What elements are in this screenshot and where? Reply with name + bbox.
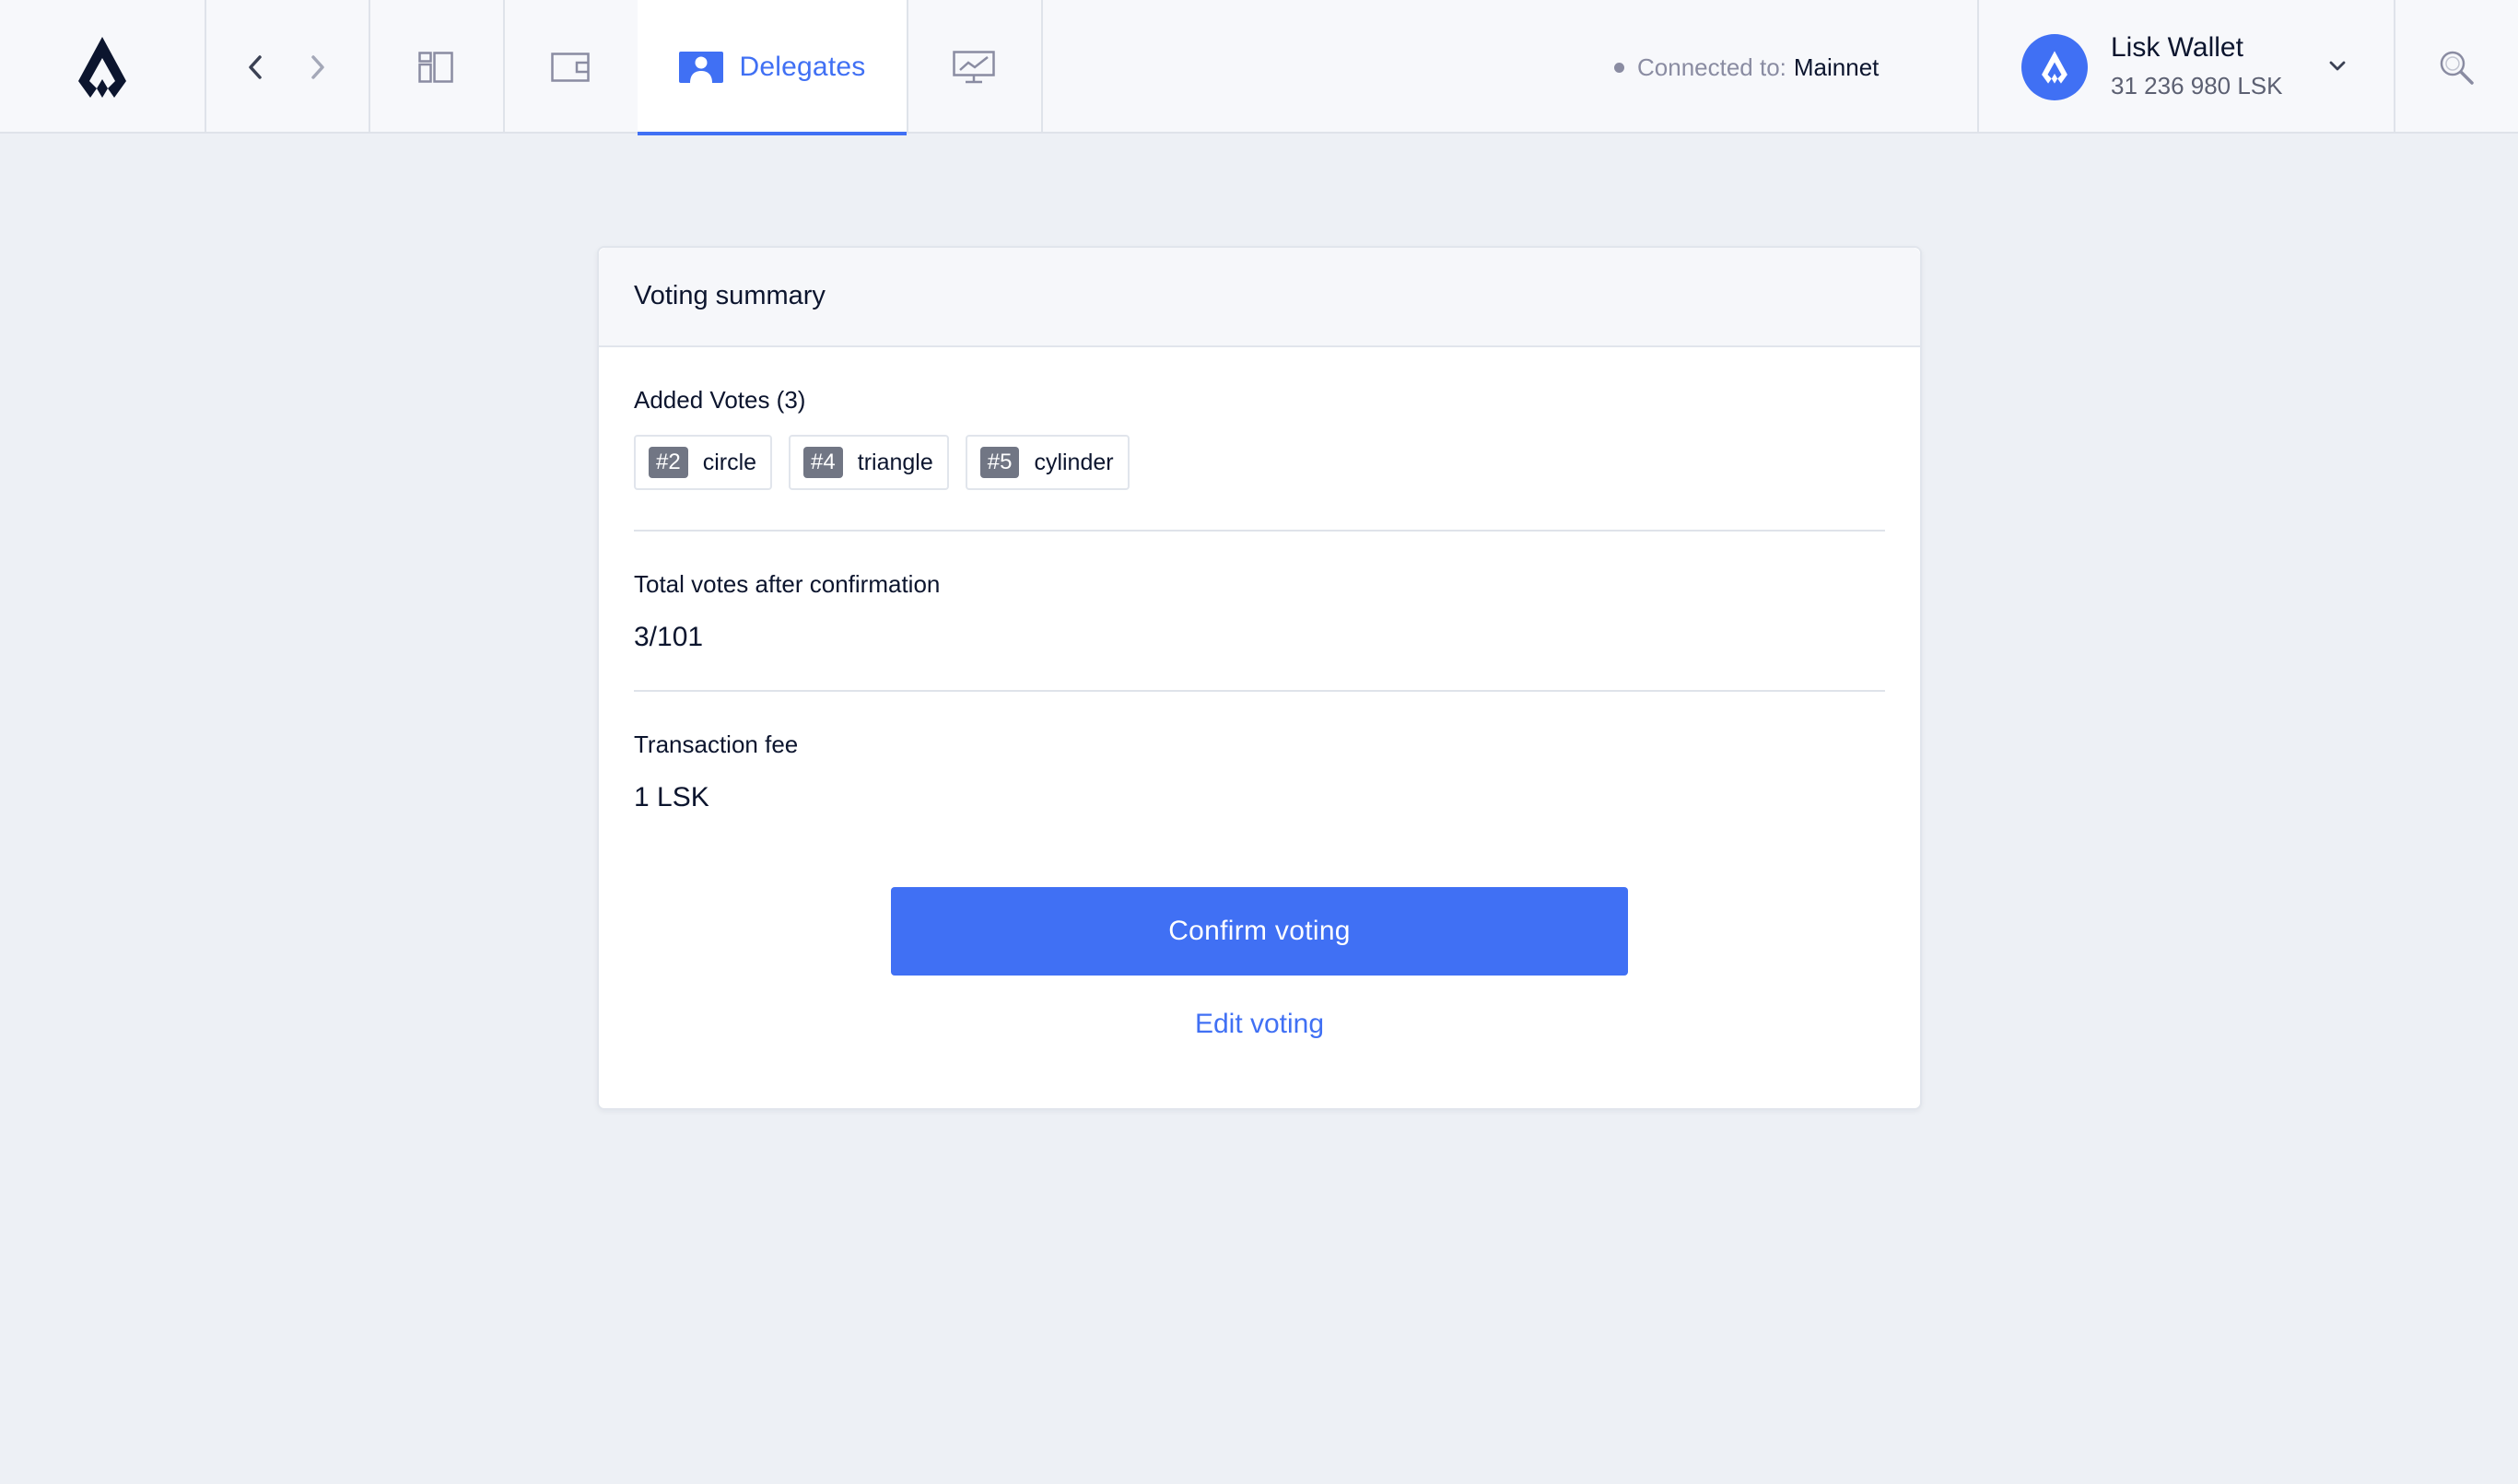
lisk-logo-icon: [78, 36, 126, 98]
status-dot-icon: [1614, 63, 1624, 73]
fee-value: 1 LSK: [634, 782, 709, 812]
search-button[interactable]: [2394, 0, 2518, 134]
chevron-down-icon: [2329, 61, 2346, 71]
network-name: Mainnet: [1793, 53, 1880, 81]
account-name: Lisk Wallet: [2111, 32, 2243, 63]
total-votes-value: 3/101: [634, 622, 704, 652]
delegate-name: cylinder: [1034, 449, 1114, 475]
tab-wallet[interactable]: [503, 0, 638, 134]
forward-arrow-icon[interactable]: [299, 49, 336, 86]
tab-dashboard[interactable]: [369, 0, 503, 134]
delegate-rank-badge: #2: [649, 447, 688, 478]
tab-delegates[interactable]: Delegates: [638, 0, 907, 135]
vote-chip-circle[interactable]: #2 circle: [634, 435, 773, 490]
added-votes-list: #2 circle #4 triangle #5 cylinder: [634, 435, 1130, 490]
connection-status: Connected to: Mainnet: [1614, 53, 1879, 82]
edit-voting-link[interactable]: Edit voting: [599, 1009, 1920, 1040]
vote-chip-triangle[interactable]: #4 triangle: [789, 435, 949, 490]
fee-label: Transaction fee: [634, 730, 799, 758]
history-nav: [205, 0, 369, 134]
delegates-icon: [678, 51, 723, 83]
connection-label: Connected to:: [1637, 53, 1786, 81]
section-divider: [634, 530, 1885, 532]
lisk-avatar-icon: [2042, 51, 2067, 84]
card-title: Voting summary: [634, 281, 826, 310]
lisk-logo[interactable]: [0, 0, 205, 134]
delegate-name: circle: [702, 449, 757, 475]
added-votes-label: Added Votes (3): [634, 386, 806, 414]
back-arrow-icon[interactable]: [237, 49, 274, 86]
monitor-icon: [953, 50, 995, 83]
vote-chip-cylinder[interactable]: #5 cylinder: [965, 435, 1130, 490]
tab-monitor[interactable]: [907, 0, 1041, 134]
delegate-rank-badge: #5: [979, 447, 1020, 478]
delegate-name: triangle: [857, 449, 933, 475]
voting-summary-card: Voting summary Added Votes (3) #2 circle…: [597, 246, 1922, 1110]
confirm-voting-button[interactable]: Confirm voting: [891, 887, 1628, 976]
total-votes-label: Total votes after confirmation: [634, 570, 941, 598]
divider: [1041, 0, 1043, 134]
section-divider: [634, 690, 1885, 692]
avatar: [2021, 34, 2088, 100]
account-balance: 31 236 980 LSK: [2111, 72, 2283, 99]
top-bar: Delegates Connected to: Mainnet Lisk Wall…: [0, 0, 2518, 135]
wallet-icon: [551, 52, 590, 82]
dashboard-icon: [418, 51, 453, 83]
account-dropdown[interactable]: Lisk Wallet 31 236 980 LSK: [1977, 0, 2394, 134]
card-header: Voting summary: [599, 248, 1920, 347]
tab-delegates-label: Delegates: [739, 51, 866, 82]
delegate-rank-badge: #4: [803, 447, 843, 478]
search-icon: [2440, 51, 2474, 85]
